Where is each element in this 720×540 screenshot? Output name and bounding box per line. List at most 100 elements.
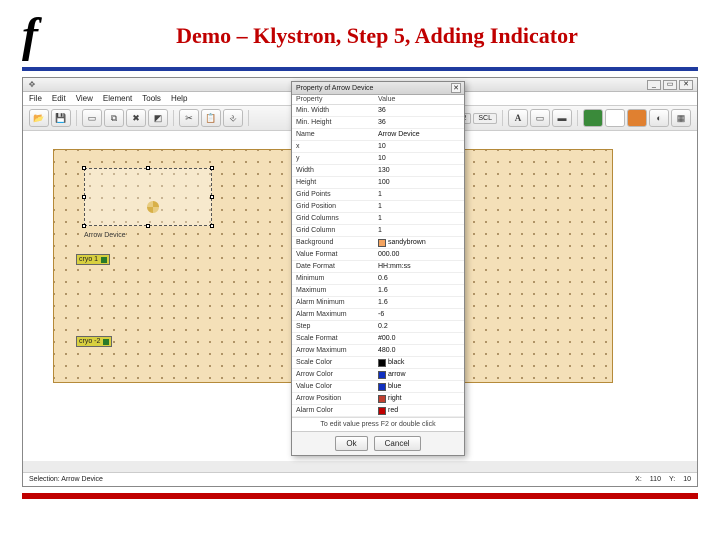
property-value[interactable]: right <box>378 395 460 403</box>
paste-button[interactable]: 📋 <box>201 109 221 127</box>
arrow-indicator-button[interactable]: ◐ <box>649 109 669 127</box>
resize-handle-nw[interactable] <box>82 166 86 170</box>
tool-button-2[interactable]: ⎀ <box>223 109 243 127</box>
property-row[interactable]: Alarm Colorred <box>292 405 464 417</box>
menu-help[interactable]: Help <box>171 94 187 103</box>
property-value[interactable]: 1 <box>378 191 460 198</box>
property-value[interactable]: HH:mm:ss <box>378 263 460 270</box>
property-row[interactable]: Grid Column1 <box>292 225 464 237</box>
rect-tool-button[interactable]: ▭ <box>530 109 550 127</box>
line-tool-button[interactable]: ▬ <box>552 109 572 127</box>
property-value[interactable]: red <box>378 407 460 415</box>
property-value[interactable]: 000.00 <box>378 251 460 258</box>
property-value[interactable]: 0.2 <box>378 323 460 330</box>
palette-green-button[interactable] <box>583 109 603 127</box>
palette-white-button[interactable] <box>605 109 625 127</box>
menu-view[interactable]: View <box>76 94 93 103</box>
dialog-cancel-button[interactable]: Cancel <box>374 436 421 451</box>
palette-orange-button[interactable] <box>627 109 647 127</box>
menu-element[interactable]: Element <box>103 94 132 103</box>
property-row[interactable]: Arrow Colorarrow <box>292 369 464 381</box>
property-value[interactable]: sandybrown <box>378 239 460 247</box>
tool-button-1[interactable]: ◩ <box>148 109 168 127</box>
text-tool-button[interactable]: A <box>508 109 528 127</box>
property-value[interactable]: 480.0 <box>378 347 460 354</box>
property-value[interactable]: 10 <box>378 155 460 162</box>
property-row[interactable]: Backgroundsandybrown <box>292 237 464 249</box>
property-value[interactable]: 1 <box>378 215 460 222</box>
property-value[interactable]: black <box>378 359 460 367</box>
move-icon[interactable]: ✥ <box>27 80 37 90</box>
property-value[interactable]: 36 <box>378 107 460 114</box>
dialog-header-property: Property <box>296 96 378 103</box>
property-row[interactable]: Date FormatHH:mm:ss <box>292 261 464 273</box>
tab-scl[interactable]: SCL <box>473 113 497 124</box>
dialog-close-button[interactable]: ✕ <box>451 83 461 93</box>
resize-handle-sw[interactable] <box>82 224 86 228</box>
menu-file[interactable]: File <box>29 94 42 103</box>
copy-button[interactable]: ⧉ <box>104 109 124 127</box>
property-row[interactable]: Grid Points1 <box>292 189 464 201</box>
property-dialog[interactable]: Property of Arrow Device ✕ Property Valu… <box>291 81 465 456</box>
property-row[interactable]: Step0.2 <box>292 321 464 333</box>
menu-tools[interactable]: Tools <box>142 94 161 103</box>
property-row[interactable]: Value Colorblue <box>292 381 464 393</box>
property-name: Value Format <box>296 251 378 258</box>
open-button[interactable]: 📂 <box>29 109 49 127</box>
property-row[interactable]: Grid Position1 <box>292 201 464 213</box>
palette-blue-button[interactable]: ▦ <box>671 109 691 127</box>
resize-handle-s[interactable] <box>146 224 150 228</box>
save-button[interactable]: 💾 <box>51 109 71 127</box>
delete-button[interactable]: ✖ <box>126 109 146 127</box>
property-row[interactable]: Scale Colorblack <box>292 357 464 369</box>
property-value[interactable]: 1 <box>378 227 460 234</box>
property-row[interactable]: Min. Height36 <box>292 117 464 129</box>
property-value[interactable]: 1.6 <box>378 299 460 306</box>
property-value[interactable]: 1.6 <box>378 287 460 294</box>
property-row[interactable]: Alarm Maximum-6 <box>292 309 464 321</box>
property-row[interactable]: Scale Format#00.0 <box>292 333 464 345</box>
property-row[interactable]: Width130 <box>292 165 464 177</box>
resize-handle-e[interactable] <box>210 195 214 199</box>
property-value[interactable]: 100 <box>378 179 460 186</box>
selected-arrow-device[interactable] <box>84 168 212 226</box>
resize-handle-n[interactable] <box>146 166 150 170</box>
property-value[interactable]: 36 <box>378 119 460 126</box>
cryo-1-block[interactable]: cryo 1 <box>76 254 110 265</box>
property-row[interactable]: Min. Width36 <box>292 105 464 117</box>
property-row[interactable]: Arrow Positionright <box>292 393 464 405</box>
dialog-property-list[interactable]: Min. Width36Min. Height36NameArrow Devic… <box>292 105 464 417</box>
window-close-button[interactable]: ✕ <box>679 80 693 90</box>
window-maximize-button[interactable]: ▭ <box>663 80 677 90</box>
cut-button[interactable]: ✂ <box>179 109 199 127</box>
color-swatch <box>378 407 386 415</box>
property-value[interactable]: 1 <box>378 203 460 210</box>
property-row[interactable]: x10 <box>292 141 464 153</box>
window-minimize-button[interactable]: _ <box>647 80 661 90</box>
property-row[interactable]: Alarm Minimum1.6 <box>292 297 464 309</box>
property-value[interactable]: -6 <box>378 311 460 318</box>
property-value[interactable]: Arrow Device <box>378 131 460 138</box>
property-row[interactable]: y10 <box>292 153 464 165</box>
property-value[interactable]: 10 <box>378 143 460 150</box>
property-row[interactable]: NameArrow Device <box>292 129 464 141</box>
resize-handle-w[interactable] <box>82 195 86 199</box>
property-row[interactable]: Value Format000.00 <box>292 249 464 261</box>
property-row[interactable]: Maximum1.6 <box>292 285 464 297</box>
new-file-button[interactable]: ▭ <box>82 109 102 127</box>
property-row[interactable]: Grid Columns1 <box>292 213 464 225</box>
dialog-ok-button[interactable]: Ok <box>335 436 367 451</box>
resize-handle-ne[interactable] <box>210 166 214 170</box>
dialog-titlebar[interactable]: Property of Arrow Device ✕ <box>292 82 464 95</box>
property-value[interactable]: blue <box>378 383 460 391</box>
menu-edit[interactable]: Edit <box>52 94 66 103</box>
property-value[interactable]: arrow <box>378 371 460 379</box>
property-value[interactable]: 0.6 <box>378 275 460 282</box>
property-row[interactable]: Arrow Maximum480.0 <box>292 345 464 357</box>
property-row[interactable]: Height100 <box>292 177 464 189</box>
property-row[interactable]: Minimum0.6 <box>292 273 464 285</box>
resize-handle-se[interactable] <box>210 224 214 228</box>
property-value[interactable]: #00.0 <box>378 335 460 342</box>
property-value[interactable]: 130 <box>378 167 460 174</box>
cryo-2-block[interactable]: cryo -2 <box>76 336 112 347</box>
